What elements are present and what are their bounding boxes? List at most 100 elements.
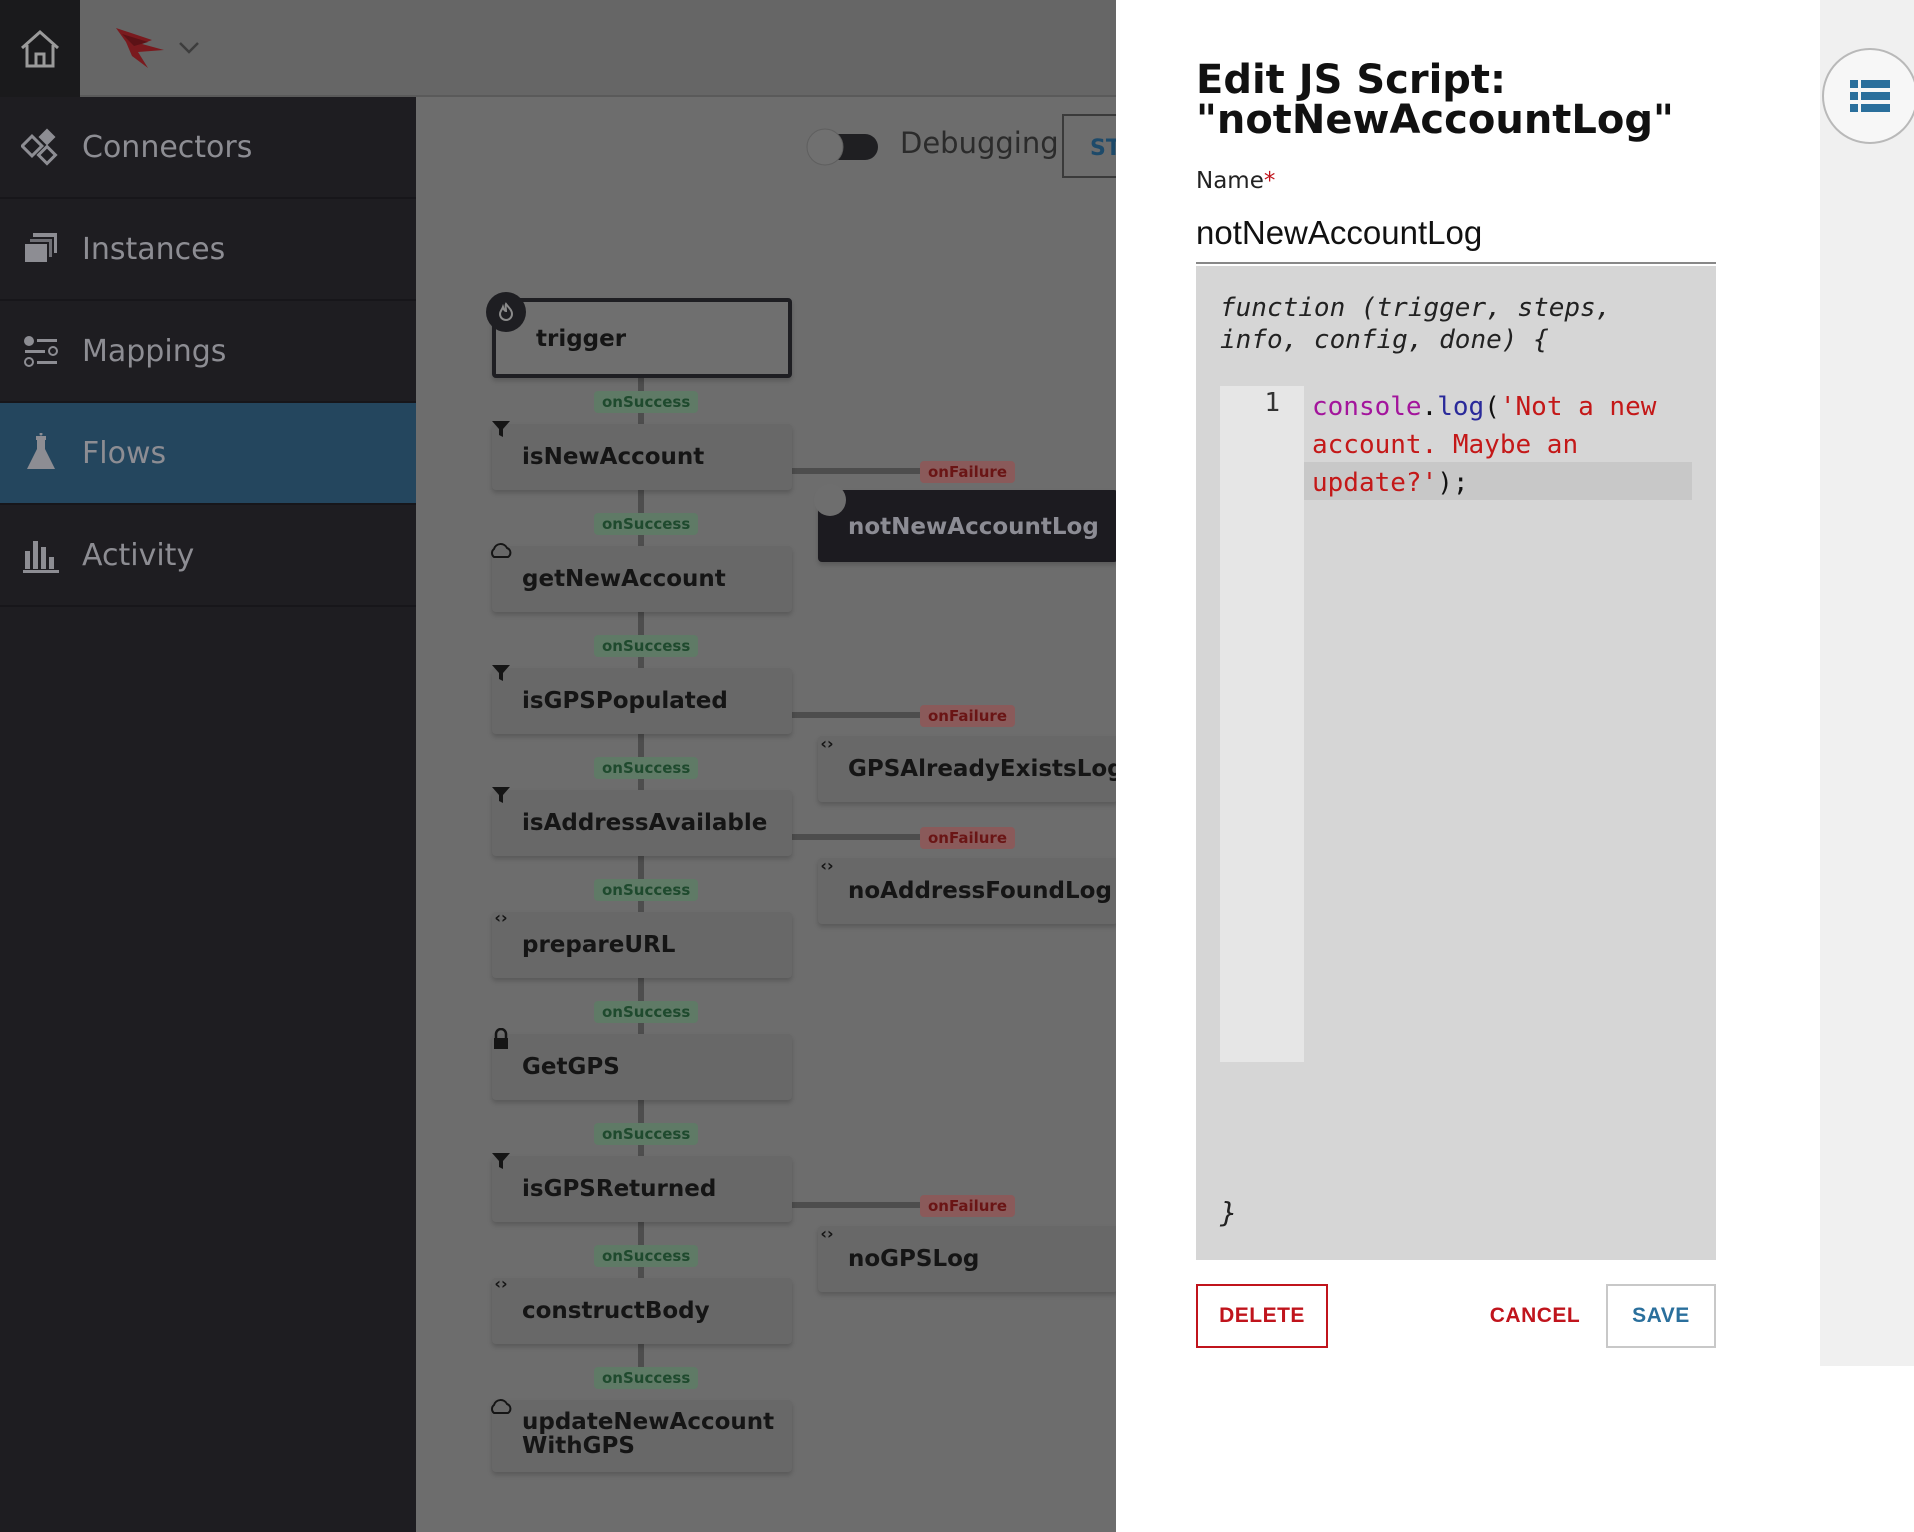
- step-label: isAddressAvailable: [522, 810, 768, 836]
- function-signature: function (trigger, steps, info, config, …: [1220, 293, 1612, 355]
- code-token: (: [1484, 392, 1500, 422]
- name-label-text: Name: [1196, 168, 1264, 194]
- home-icon: [21, 29, 59, 67]
- panel-title: Edit JS Script: "notNewAccountLog": [1196, 57, 1674, 143]
- code-line[interactable]: console.log('Not a new account. Maybe an…: [1312, 388, 1692, 502]
- sidebar-item-activity[interactable]: Activity: [0, 505, 416, 607]
- list-icon: [1850, 80, 1890, 112]
- code-editor[interactable]: function (trigger, steps, info, config, …: [1196, 266, 1716, 1260]
- step-label: GPSAlreadyExistsLog: [848, 756, 1116, 782]
- success-pill: onSuccess: [594, 879, 699, 901]
- fire-icon: [486, 292, 526, 332]
- flow-step[interactable]: noGPSLog: [818, 1226, 1116, 1292]
- cloud-icon: [488, 538, 514, 564]
- step-label: noGPSLog: [848, 1246, 980, 1272]
- step-label: isNewAccount: [522, 444, 705, 470]
- brand-logo-icon: [116, 28, 164, 68]
- home-button[interactable]: [0, 0, 80, 97]
- flow-step[interactable]: prepareURL: [492, 912, 792, 978]
- filter-icon: [488, 660, 514, 686]
- cancel-button[interactable]: CANCEL: [1460, 1284, 1610, 1348]
- flow-step-selected[interactable]: notNewAccountLog: [818, 490, 1116, 562]
- sidebar-item-label: Activity: [82, 537, 195, 573]
- filter-icon: [488, 782, 514, 808]
- closing-brace: }: [1220, 1196, 1237, 1229]
- line-number: 1: [1264, 388, 1280, 418]
- delete-button[interactable]: DELETE: [1196, 1284, 1328, 1348]
- flow-step[interactable]: getNewAccount: [492, 546, 792, 612]
- failure-pill: onFailure: [920, 461, 1016, 483]
- flow-step[interactable]: constructBody: [492, 1278, 792, 1344]
- code-icon: ‹›: [494, 1273, 508, 1293]
- chevron-down-icon: [179, 42, 199, 54]
- flow-step[interactable]: isAddressAvailable: [492, 790, 792, 856]
- instances-icon: [20, 228, 62, 270]
- start-button[interactable]: ST: [1062, 114, 1116, 178]
- failure-pill: onFailure: [920, 827, 1016, 849]
- name-field-label: Name*: [1196, 168, 1275, 194]
- flask-icon: [20, 432, 62, 474]
- code-icon: ‹›: [820, 855, 834, 875]
- flow-step[interactable]: GPSAlreadyExistsLog: [818, 736, 1116, 802]
- flow-step[interactable]: isNewAccount: [492, 424, 792, 490]
- filter-icon: [488, 416, 514, 442]
- sidebar-item-connectors[interactable]: Connectors: [0, 97, 416, 199]
- flow-step[interactable]: isGPSReturned: [492, 1156, 792, 1222]
- flow-step[interactable]: noAddressFoundLog: [818, 858, 1116, 924]
- sidebar-item-label: Flows: [82, 435, 167, 471]
- sidebar-item-label: Mappings: [82, 333, 227, 369]
- step-label: prepareURL: [522, 932, 676, 958]
- code-area[interactable]: 1 console.log('Not a new account. Maybe …: [1220, 386, 1692, 1062]
- lock-icon: [488, 1026, 514, 1052]
- sidebar-item-mappings[interactable]: Mappings: [0, 301, 416, 403]
- list-view-button[interactable]: [1822, 48, 1914, 144]
- app-background: Connectors Instances Mappings Flows Acti…: [0, 0, 1116, 1532]
- sidebar-item-instances[interactable]: Instances: [0, 199, 416, 301]
- code-icon: ‹›: [494, 907, 508, 927]
- sidebar-item-flows[interactable]: Flows: [0, 403, 416, 505]
- code-token: console: [1312, 392, 1422, 422]
- save-button[interactable]: SAVE: [1606, 1284, 1716, 1348]
- line-gutter: 1: [1220, 386, 1304, 1062]
- logo-menu[interactable]: [112, 22, 200, 74]
- failure-pill: onFailure: [920, 705, 1016, 727]
- edit-script-panel: Edit JS Script: "notNewAccountLog" Name*…: [1116, 0, 1820, 1532]
- step-label: constructBody: [522, 1298, 710, 1324]
- step-label: trigger: [536, 326, 627, 352]
- success-pill: onSuccess: [594, 1245, 699, 1267]
- failure-pill: onFailure: [920, 1195, 1016, 1217]
- required-marker: *: [1263, 168, 1276, 194]
- success-pill: onSuccess: [594, 1367, 699, 1389]
- debugging-toggle[interactable]: [806, 128, 878, 166]
- step-label: noAddressFoundLog: [848, 878, 1112, 904]
- success-pill: onSuccess: [594, 1001, 699, 1023]
- flow-step[interactable]: updateNewAccountWithGPS: [492, 1400, 792, 1472]
- step-label: getNewAccount: [522, 566, 726, 592]
- sidebar-item-label: Instances: [82, 231, 226, 267]
- top-bar: [0, 0, 1116, 97]
- success-pill: onSuccess: [594, 513, 699, 535]
- mappings-icon: [20, 330, 62, 372]
- success-pill: onSuccess: [594, 391, 699, 413]
- code-icon: [814, 484, 846, 516]
- code-icon: ‹›: [820, 733, 834, 753]
- success-pill: onSuccess: [594, 635, 699, 657]
- step-label: notNewAccountLog: [848, 514, 1099, 540]
- bar-chart-icon: [20, 534, 62, 576]
- flow-step-trigger[interactable]: trigger: [492, 298, 792, 378]
- code-token: log: [1437, 392, 1485, 422]
- step-label: updateNewAccountWithGPS: [522, 1409, 775, 1459]
- filter-icon: [488, 1148, 514, 1174]
- success-pill: onSuccess: [594, 1123, 699, 1145]
- step-label: GetGPS: [522, 1054, 620, 1080]
- flow-step[interactable]: isGPSPopulated: [492, 668, 792, 734]
- sidebar: Connectors Instances Mappings Flows Acti…: [0, 97, 416, 1532]
- cloud-icon: [488, 1394, 514, 1420]
- debugging-label: Debugging: [900, 126, 1059, 160]
- step-label: isGPSReturned: [522, 1176, 717, 1202]
- code-icon: ‹›: [820, 1223, 834, 1243]
- name-input[interactable]: [1196, 204, 1716, 264]
- connectors-icon: [20, 126, 62, 168]
- success-pill: onSuccess: [594, 757, 699, 779]
- flow-step[interactable]: GetGPS: [492, 1034, 792, 1100]
